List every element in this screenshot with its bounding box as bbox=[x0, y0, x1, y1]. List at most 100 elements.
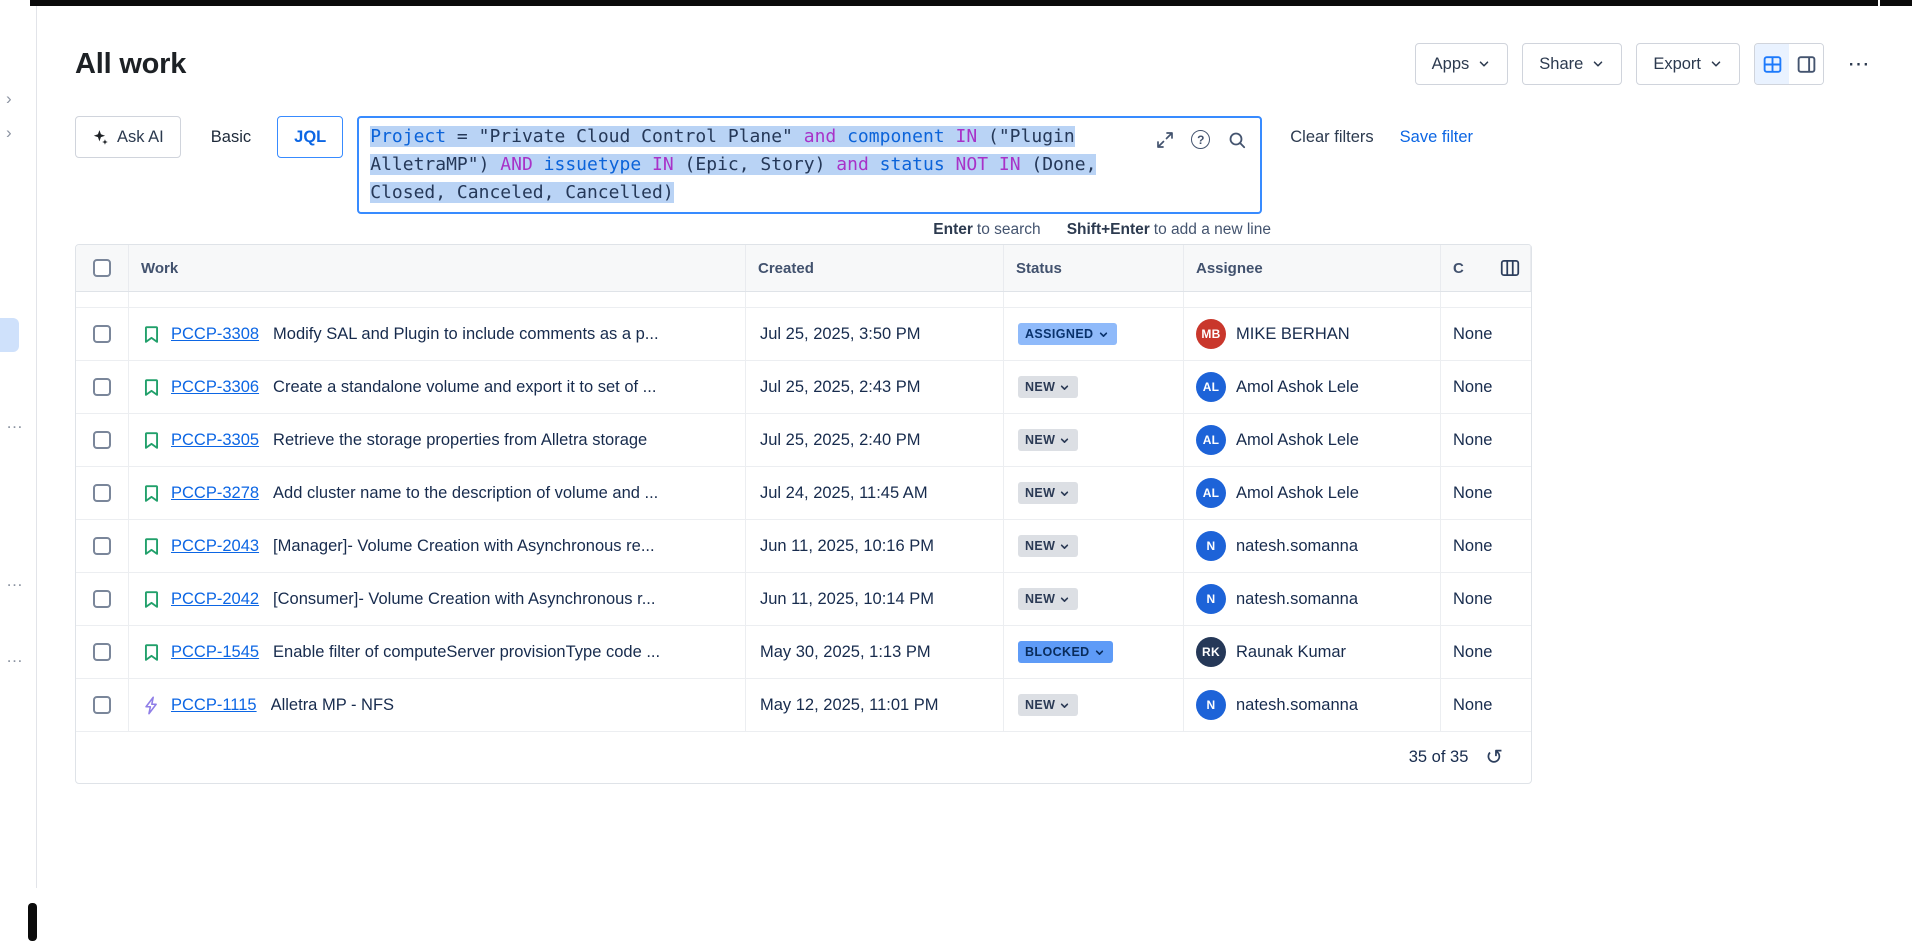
work-cell: PCCP-3308 Modify SAL and Plugin to includ… bbox=[129, 308, 746, 360]
status-cell: NEW bbox=[1004, 679, 1184, 731]
issue-summary[interactable]: Create a standalone volume and export it… bbox=[273, 378, 656, 397]
column-header-status[interactable]: Status bbox=[1004, 245, 1184, 291]
header-toolbar: Apps Share Export ⋯ bbox=[1415, 43, 1880, 85]
issue-summary[interactable]: Retrieve the storage properties from All… bbox=[273, 431, 647, 450]
avatar: AL bbox=[1196, 372, 1226, 402]
ask-ai-label: Ask AI bbox=[117, 128, 164, 147]
issue-summary[interactable]: Modify SAL and Plugin to include comment… bbox=[273, 325, 659, 344]
table-row: PCCP-2042 [Consumer]- Volume Creation wit… bbox=[76, 573, 1531, 626]
view-switcher bbox=[1754, 43, 1824, 85]
column-header-assignee[interactable]: Assignee bbox=[1184, 245, 1441, 291]
apps-button[interactable]: Apps bbox=[1415, 43, 1509, 85]
status-badge[interactable]: NEW bbox=[1018, 694, 1078, 716]
issue-key-link[interactable]: PCCP-2042 bbox=[171, 590, 259, 609]
column-header-work[interactable]: Work bbox=[129, 245, 746, 291]
avatar: RK bbox=[1196, 637, 1226, 667]
share-button[interactable]: Share bbox=[1522, 43, 1622, 85]
table-row: PCCP-1545 Enable filter of computeServer … bbox=[76, 626, 1531, 679]
work-items-table: Work Created Status Assignee C PCCP-3308… bbox=[75, 244, 1532, 784]
assignee-cell: MBMIKE BERHAN bbox=[1184, 308, 1441, 360]
issue-summary[interactable]: [Manager]- Volume Creation with Asynchro… bbox=[273, 537, 655, 556]
row-checkbox[interactable] bbox=[93, 537, 111, 555]
avatar: AL bbox=[1196, 478, 1226, 508]
issue-key-link[interactable]: PCCP-1545 bbox=[171, 643, 259, 662]
assignee-name: MIKE BERHAN bbox=[1236, 325, 1350, 344]
table-row: PCCP-3278 Add cluster name to the descrip… bbox=[76, 467, 1531, 520]
jql-help-button[interactable]: ? bbox=[1190, 129, 1211, 150]
issue-key-link[interactable]: PCCP-3305 bbox=[171, 431, 259, 450]
expand-icon bbox=[1155, 130, 1175, 150]
status-badge[interactable]: ASSIGNED bbox=[1018, 323, 1117, 345]
created-cell: Jun 11, 2025, 10:16 PM bbox=[746, 520, 1004, 572]
clear-filters-button[interactable]: Clear filters bbox=[1290, 116, 1373, 158]
list-view-button[interactable] bbox=[1755, 44, 1789, 84]
chevron-down-icon bbox=[1591, 57, 1605, 71]
select-all-checkbox[interactable] bbox=[93, 259, 111, 277]
nav-overflow-icon[interactable]: … bbox=[6, 414, 23, 431]
jql-search-button[interactable] bbox=[1226, 129, 1247, 150]
assignee-cell: ALAmol Ashok Lele bbox=[1184, 467, 1441, 519]
status-badge[interactable]: NEW bbox=[1018, 588, 1078, 610]
status-cell: BLOCKED bbox=[1004, 626, 1184, 678]
row-checkbox[interactable] bbox=[93, 484, 111, 502]
issue-summary[interactable]: Add cluster name to the description of v… bbox=[273, 484, 658, 503]
row-checkbox-cell bbox=[76, 308, 129, 360]
status-badge[interactable]: NEW bbox=[1018, 482, 1078, 504]
epic-icon bbox=[141, 695, 162, 716]
assignee-name: Raunak Kumar bbox=[1236, 643, 1346, 662]
issue-key-link[interactable]: PCCP-3278 bbox=[171, 484, 259, 503]
status-badge[interactable]: NEW bbox=[1018, 429, 1078, 451]
row-checkbox[interactable] bbox=[93, 325, 111, 343]
nav-chevron-icon[interactable]: › bbox=[6, 124, 12, 141]
jql-query-editor[interactable]: Project = "Private Cloud Control Plane" … bbox=[357, 116, 1262, 214]
basic-mode-tab[interactable]: Basic bbox=[195, 116, 267, 158]
assignee-name: natesh.somanna bbox=[1236, 590, 1358, 609]
left-nav-rail: › › … … … bbox=[0, 6, 37, 888]
status-badge[interactable]: BLOCKED bbox=[1018, 641, 1113, 663]
issue-summary[interactable]: Alletra MP - NFS bbox=[271, 696, 394, 715]
status-badge[interactable]: NEW bbox=[1018, 376, 1078, 398]
work-cell: PCCP-1545 Enable filter of computeServer … bbox=[129, 626, 746, 678]
nav-overflow-icon[interactable]: … bbox=[6, 572, 23, 589]
configure-columns-button[interactable] bbox=[1499, 257, 1521, 279]
save-filter-button[interactable]: Save filter bbox=[1400, 116, 1473, 158]
row-checkbox[interactable] bbox=[93, 643, 111, 661]
expand-editor-button[interactable] bbox=[1154, 129, 1175, 150]
nav-active-item-indicator[interactable] bbox=[0, 318, 19, 352]
row-checkbox-cell bbox=[76, 626, 129, 678]
status-badge[interactable]: NEW bbox=[1018, 535, 1078, 557]
row-checkbox[interactable] bbox=[93, 696, 111, 714]
status-cell: NEW bbox=[1004, 467, 1184, 519]
issue-key-link[interactable]: PCCP-3306 bbox=[171, 378, 259, 397]
status-cell: ASSIGNED bbox=[1004, 308, 1184, 360]
refresh-icon: ↺ bbox=[1485, 745, 1503, 769]
issue-summary[interactable]: [Consumer]- Volume Creation with Asynchr… bbox=[273, 590, 655, 609]
table-row: PCCP-1115Alletra MP - NFSMay 12, 2025, 1… bbox=[76, 679, 1531, 732]
ask-ai-button[interactable]: Ask AI bbox=[75, 116, 181, 158]
assignee-cell: Nnatesh.somanna bbox=[1184, 520, 1441, 572]
issue-key-link[interactable]: PCCP-3308 bbox=[171, 325, 259, 344]
row-checkbox[interactable] bbox=[93, 590, 111, 608]
assignee-cell: Nnatesh.somanna bbox=[1184, 573, 1441, 625]
column-header-created[interactable]: Created bbox=[746, 245, 1004, 291]
detail-view-button[interactable] bbox=[1789, 44, 1823, 84]
table-row: PCCP-3306 Create a standalone volume and … bbox=[76, 361, 1531, 414]
table-footer: 35 of 35 ↺ bbox=[76, 732, 1531, 783]
story-icon bbox=[141, 483, 162, 504]
jql-mode-tab[interactable]: JQL bbox=[277, 116, 343, 158]
row-checkbox[interactable] bbox=[93, 431, 111, 449]
nav-overflow-icon[interactable]: … bbox=[6, 648, 23, 665]
all-work-page: All work Apps Share Export bbox=[37, 6, 1912, 952]
refresh-button[interactable]: ↺ bbox=[1485, 747, 1503, 768]
more-actions-button[interactable]: ⋯ bbox=[1838, 43, 1880, 85]
export-button[interactable]: Export bbox=[1636, 43, 1740, 85]
issue-summary[interactable]: Enable filter of computeServer provision… bbox=[273, 643, 660, 662]
jql-editor-actions: ? bbox=[1154, 129, 1247, 150]
issue-key-link[interactable]: PCCP-2043 bbox=[171, 537, 259, 556]
avatar: N bbox=[1196, 690, 1226, 720]
assignee-name: natesh.somanna bbox=[1236, 537, 1358, 556]
issue-key-link[interactable]: PCCP-1115 bbox=[171, 696, 257, 715]
nav-chevron-icon[interactable]: › bbox=[6, 90, 12, 107]
jql-input[interactable]: Project = "Private Cloud Control Plane" … bbox=[370, 123, 1140, 207]
row-checkbox[interactable] bbox=[93, 378, 111, 396]
